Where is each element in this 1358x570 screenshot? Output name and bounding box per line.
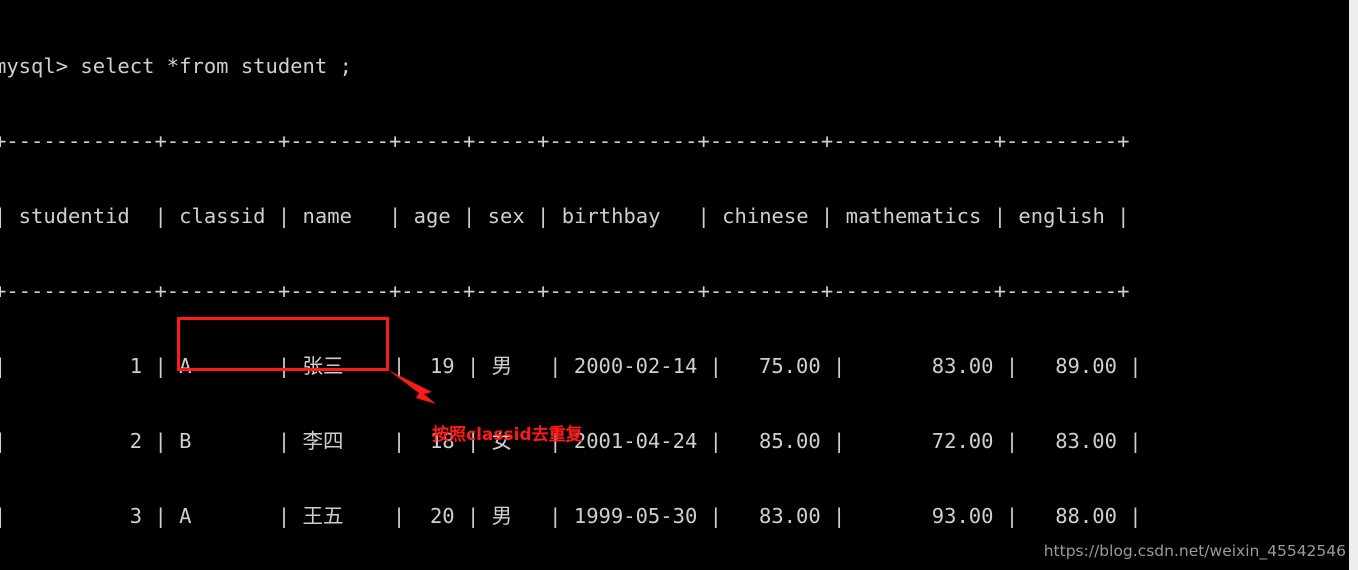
annotation-arrow-icon [388,370,436,404]
annotation-label: 按照classid去重复 [432,425,583,445]
terminal-window: mysql> select *from student ; +---------… [0,0,1358,570]
right-edge-strip [1349,0,1358,570]
table-row: | 1 | A | 张三 | 19 | 男 | 2000-02-14 | 75.… [0,354,1142,378]
table1-border-header: +------------+---------+--------+-----+-… [0,279,1130,303]
watermark-text: https://blog.csdn.net/weixin_45542546 [1043,542,1346,560]
table1-border-top: +------------+---------+--------+-----+-… [0,129,1130,153]
terminal-line-query1: mysql> select *from student ; [0,54,352,78]
table-row: | 2 | B | 李四 | 18 | 女 | 2001-04-24 | 85.… [0,429,1142,453]
table1-header-row: | studentid | classid | name | age | sex… [0,204,1130,228]
terminal-output[interactable]: mysql> select *from student ; +---------… [0,4,1358,570]
table-row: | 3 | A | 王五 | 20 | 男 | 1999-05-30 | 83.… [0,504,1142,528]
